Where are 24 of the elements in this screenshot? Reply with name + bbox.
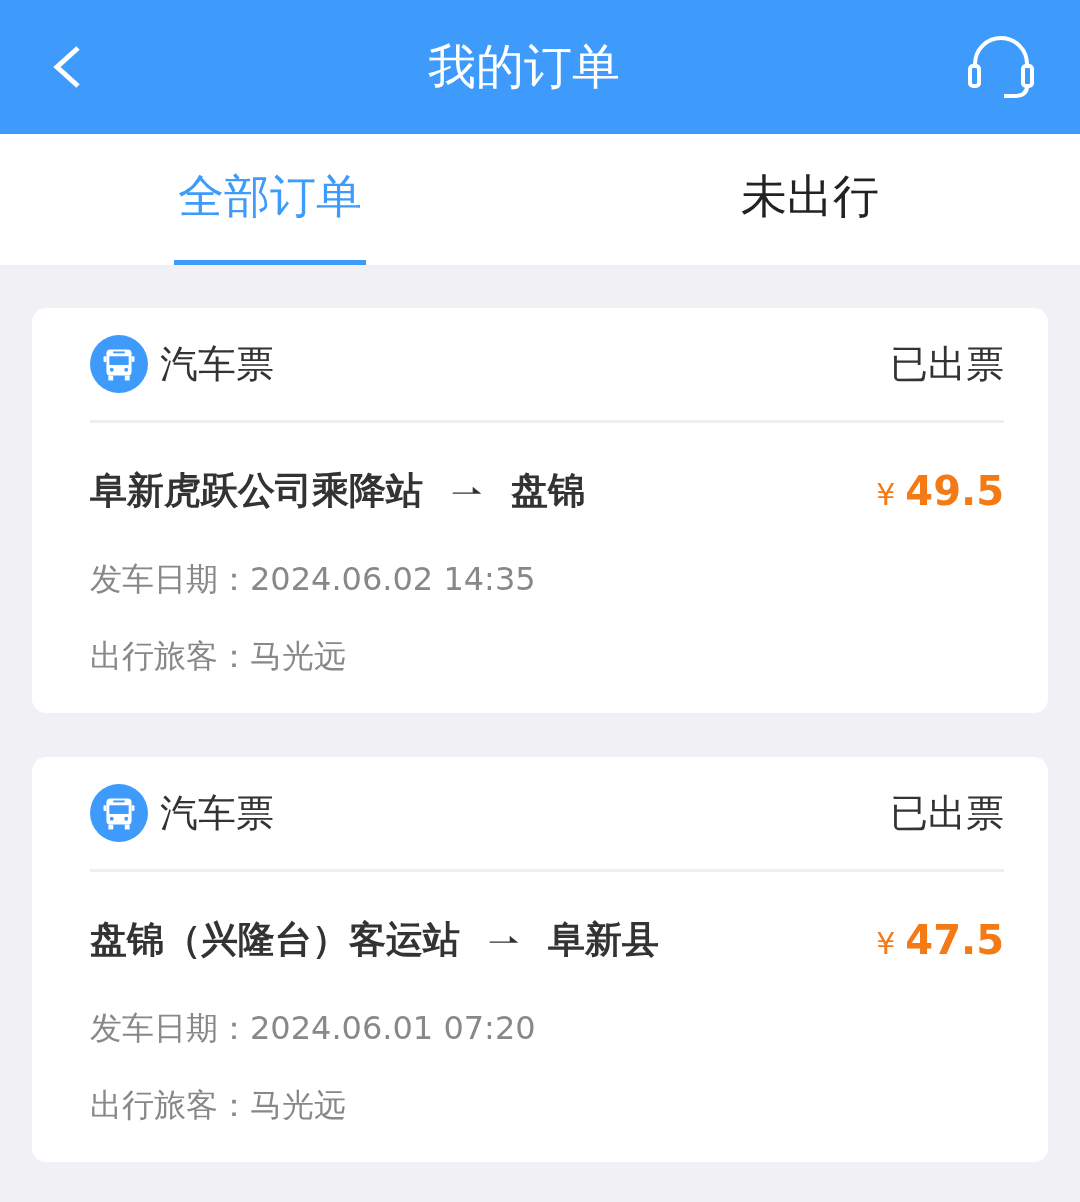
price-amount: 47.5 bbox=[905, 917, 1004, 963]
passenger-name: 出行旅客：马光远 bbox=[90, 1085, 347, 1126]
currency-symbol: ¥ bbox=[876, 926, 896, 961]
currency-symbol: ¥ bbox=[876, 477, 896, 512]
departure-date: 发车日期：2024.06.02 14:35 bbox=[90, 559, 537, 600]
order-status: 已出票 bbox=[890, 789, 1004, 837]
passenger-name: 出行旅客：马光远 bbox=[90, 636, 347, 677]
price-amount: 49.5 bbox=[905, 468, 1004, 514]
bus-icon bbox=[90, 784, 148, 842]
ticket-type: 汽车票 bbox=[160, 789, 274, 837]
departure-station: 阜新虎跃公司乘降站 bbox=[90, 468, 423, 514]
bus-icon bbox=[90, 335, 148, 393]
ticket-type: 汽车票 bbox=[160, 340, 274, 388]
arrival-station: 盘锦 bbox=[511, 468, 585, 514]
departure-station: 盘锦（兴隆台）客运站 bbox=[90, 917, 460, 963]
departure-date: 发车日期：2024.06.01 07:20 bbox=[90, 1008, 537, 1049]
order-card[interactable]: 汽车票 已出票 盘锦（兴隆台）客运站 阜新县 ¥ 47.5 发车日期：2024.06.01 07:20 出行旅客：马光远 bbox=[32, 757, 1048, 1162]
arrival-station: 阜新县 bbox=[548, 917, 659, 963]
back-icon[interactable] bbox=[52, 45, 82, 89]
tab[interactable]: 未出行 bbox=[737, 134, 883, 265]
page-title: 我的订单 bbox=[428, 37, 620, 96]
headset-icon[interactable] bbox=[966, 34, 1036, 100]
order-status: 已出票 bbox=[890, 340, 1004, 388]
order-card[interactable]: 汽车票 已出票 阜新虎跃公司乘降站 盘锦 ¥ 49.5 发车日期：2024.06.02 14:35 出行旅客：马光远 bbox=[32, 308, 1048, 713]
